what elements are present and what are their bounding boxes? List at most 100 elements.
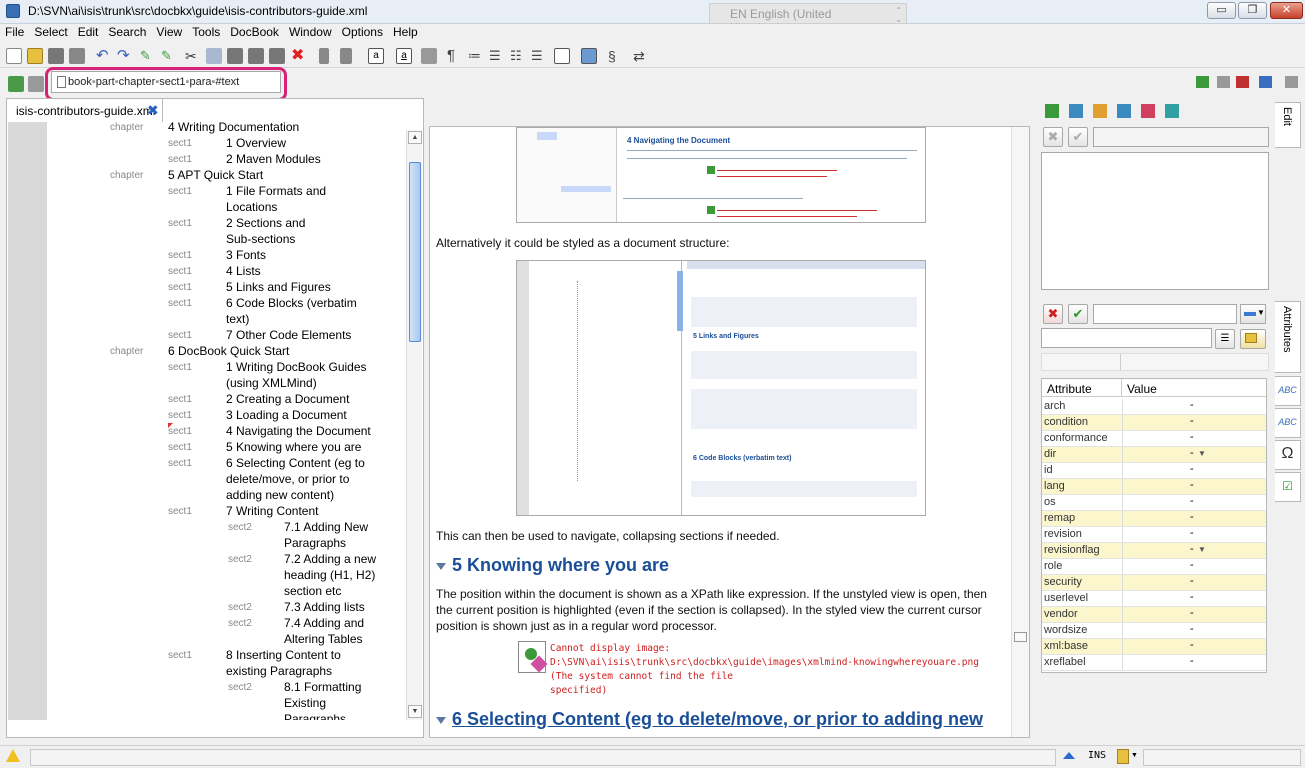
element-list[interactable]	[1041, 152, 1269, 290]
attribute-row[interactable]: security -	[1042, 575, 1266, 591]
attribute-value[interactable]: -	[1190, 479, 1194, 491]
tree-node-sect1[interactable]: sect1 7 Writing Content	[8, 503, 406, 519]
scroll-down-arrow[interactable]: ▼	[408, 705, 422, 718]
tree-node-sect1[interactable]: sect1 5 Knowing where you are	[8, 439, 406, 455]
tree-node-chapter[interactable]: chapter 4 Writing Documentation	[8, 122, 406, 135]
paste-before-icon[interactable]	[248, 48, 264, 64]
attr-type-dropdown[interactable]: ▼	[1240, 304, 1266, 324]
tree-node-chapter[interactable]: chapter 6 DocBook Quick Start	[8, 343, 406, 359]
table-icon[interactable]	[554, 48, 570, 64]
attribute-row[interactable]: xreflabel -	[1042, 655, 1266, 671]
attribute-value[interactable]: -	[1190, 495, 1194, 507]
tree-node-sect1[interactable]: sect1 1 Overview	[8, 135, 406, 151]
value-dropdown-icon[interactable]: ▼	[1198, 545, 1206, 554]
attribute-value[interactable]: -	[1190, 431, 1194, 443]
tree-node-sect2[interactable]: sect2 7.2 Adding a new heading (H1, H2) s…	[8, 551, 406, 599]
wrap-element-icon[interactable]	[1117, 104, 1131, 118]
tree-node-chapter[interactable]: chapter 5 APT Quick Start	[8, 167, 406, 183]
tree-node-sect1[interactable]: sect1 7 Other Code Elements	[8, 327, 406, 343]
tree-node-sect1[interactable]: sect1 6 Selecting Content (eg to delete/m…	[8, 455, 406, 503]
tree-node-sect2[interactable]: sect2 7.3 Adding lists	[8, 599, 406, 615]
attribute-row[interactable]: condition -	[1042, 415, 1266, 431]
menu-edit[interactable]: Edit	[73, 24, 104, 39]
select-child-icon[interactable]	[28, 76, 44, 92]
tab-edit[interactable]: Edit	[1275, 102, 1301, 148]
attribute-row[interactable]: lang -	[1042, 479, 1266, 495]
warning-icon[interactable]	[6, 749, 20, 762]
tab-characters-omega-icon[interactable]: Ω	[1275, 440, 1301, 470]
attribute-row[interactable]: revisionflag - ▼	[1042, 543, 1266, 559]
indented-list-icon[interactable]: ☷	[510, 48, 526, 64]
swap-icon[interactable]: ⇄	[633, 48, 649, 64]
attribute-value[interactable]: -	[1190, 527, 1194, 539]
save-all-icon[interactable]	[69, 48, 85, 64]
insert-before-element-icon[interactable]	[1069, 104, 1083, 118]
insert-after-icon[interactable]	[340, 48, 352, 64]
tree-node-sect1[interactable]: sect1 1 Writing DocBook Guides (using XML…	[8, 359, 406, 391]
style-a-icon[interactable]: a	[368, 48, 384, 64]
attribute-value[interactable]: -	[1190, 623, 1194, 635]
menu-window[interactable]: Window	[284, 24, 337, 39]
attribute-value[interactable]: -	[1190, 399, 1194, 411]
paragraph-icon[interactable]: ¶	[447, 48, 463, 64]
attribute-value[interactable]: -	[1190, 591, 1194, 603]
image-icon[interactable]	[581, 48, 597, 64]
attribute-row[interactable]: wordsize -	[1042, 623, 1266, 639]
paste-after-icon[interactable]	[269, 48, 285, 64]
attr-name-field[interactable]	[1041, 328, 1212, 348]
tab-attributes[interactable]: Attributes	[1275, 301, 1301, 373]
collapse-triangle-icon[interactable]	[436, 562, 446, 570]
clipboard-icon[interactable]	[1117, 749, 1129, 764]
select-parent-icon[interactable]	[8, 76, 24, 92]
delete-icon[interactable]: ✖	[291, 48, 307, 64]
insert-element-icon[interactable]	[1045, 104, 1059, 118]
tree-node-sect1[interactable]: sect1 3 Fonts	[8, 247, 406, 263]
paragraph-navigate[interactable]: This can then be used to navigate, colla…	[436, 528, 780, 544]
command-history-icon[interactable]: ✎	[161, 48, 177, 64]
nav-up-icon[interactable]	[1196, 76, 1209, 88]
convert-element-icon[interactable]	[1141, 104, 1155, 118]
attribute-value[interactable]: -	[1190, 511, 1194, 523]
close-tab-icon[interactable]: ✖	[147, 102, 159, 119]
paste-icon[interactable]	[227, 48, 243, 64]
attribute-column-header[interactable]: Attribute	[1042, 379, 1122, 397]
scroll-thumb[interactable]	[409, 162, 421, 342]
tree-node-sect1[interactable]: sect1 8 Inserting Content to existing Par…	[8, 647, 406, 679]
save-icon[interactable]	[48, 48, 64, 64]
attribute-value[interactable]: -	[1190, 447, 1194, 459]
tree-node-sect1[interactable]: sect1 4 Lists	[8, 263, 406, 279]
minimize-button[interactable]: ▭	[1207, 2, 1236, 19]
attribute-row[interactable]: conformance -	[1042, 431, 1266, 447]
tree-node-sect2[interactable]: sect2 7.1 Adding New Paragraphs	[8, 519, 406, 551]
attr-list-button[interactable]: ☰	[1215, 329, 1235, 349]
attr-ok-button[interactable]: ✔	[1068, 304, 1088, 324]
special-char-icon[interactable]: §	[608, 48, 624, 64]
attribute-value[interactable]: -	[1190, 543, 1194, 555]
tree-node-sect1[interactable]: sect1 2 Creating a Document	[8, 391, 406, 407]
paragraph-styled-structure[interactable]: Alternatively it could be styled as a do…	[436, 235, 729, 251]
scroll-thumb[interactable]	[1014, 632, 1027, 642]
tab-spellcheck[interactable]: ABC	[1275, 376, 1301, 406]
document-tab[interactable]: isis-contributors-guide.xml ✖	[6, 98, 163, 122]
scroll-up-arrow[interactable]: ▲	[408, 131, 422, 144]
nav-next-icon[interactable]	[1217, 76, 1230, 88]
open-folder-icon[interactable]	[27, 48, 43, 64]
edit-cancel-button[interactable]: ✖	[1043, 127, 1063, 147]
attribute-value[interactable]: -	[1190, 607, 1194, 619]
numbered-list-icon[interactable]: ☰	[531, 48, 547, 64]
insert-after-element-icon[interactable]	[1093, 104, 1107, 118]
paragraph-position[interactable]: The position within the document is show…	[436, 586, 987, 634]
styled-document-view[interactable]: 4 Navigating the Document Alternatively …	[429, 126, 1030, 738]
menu-file[interactable]: File	[0, 24, 29, 39]
mark-icon[interactable]	[1063, 752, 1075, 759]
tree-node-sect2[interactable]: sect2 7.4 Adding and Altering Tables	[8, 615, 406, 647]
insert-before-icon[interactable]	[319, 48, 329, 64]
tree-node-sect2[interactable]: sect2 8.1 Formatting Existing Paragraphs	[8, 679, 406, 720]
tree-node-sect1[interactable]: sect1 5 Links and Figures	[8, 279, 406, 295]
menu-select[interactable]: Select	[29, 24, 72, 39]
attribute-row[interactable]: remap -	[1042, 511, 1266, 527]
redo-icon[interactable]: ↷	[117, 48, 133, 64]
attribute-row[interactable]: os -	[1042, 495, 1266, 511]
attr-folder-button[interactable]	[1240, 329, 1266, 349]
clipboard-dropdown-icon[interactable]: ▼	[1131, 752, 1138, 759]
